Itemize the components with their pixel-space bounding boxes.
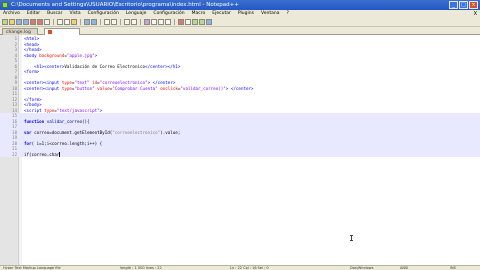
replace-icon[interactable] [111, 19, 117, 25]
toolbar-separator [120, 19, 121, 25]
menu-macro[interactable]: Macro [192, 10, 206, 18]
status-mode: INS [450, 266, 456, 270]
open-file-icon[interactable] [9, 19, 15, 25]
status-file-type: Hyper Text Markup Language file [3, 266, 61, 270]
menu-configuracion[interactable]: Configuración [88, 10, 119, 18]
save-macro-icon[interactable] [206, 19, 212, 25]
menu-ventana[interactable]: Ventana [261, 10, 279, 18]
code-line[interactable]: 22 if(correo.char [0, 151, 480, 157]
menu-archivo[interactable]: Archivo [3, 10, 20, 18]
toolbar [0, 18, 480, 27]
menu-bar: Archivo Editar Buscar Vista Configuració… [0, 10, 480, 18]
menu-buscar[interactable]: Buscar [47, 10, 62, 18]
status-position: Ln : 22 Col : 16 Sel : 0 [230, 266, 269, 270]
zoom-in-icon[interactable] [124, 19, 130, 25]
window-controls: _ □ × [449, 1, 478, 9]
cut-icon[interactable] [57, 19, 63, 25]
code-text[interactable]: if(correo.char [24, 152, 60, 157]
toolbar-separator [100, 19, 101, 25]
stop-macro-icon[interactable] [185, 19, 191, 25]
mouse-ibeam-cursor [350, 235, 353, 241]
window-title: C:\Documents and Settings\USUARIO\Escrit… [11, 2, 239, 8]
save-all-icon[interactable] [23, 19, 29, 25]
tab-index-html[interactable]: index.html [44, 28, 80, 42]
toolbar-separator [53, 19, 54, 25]
print-icon[interactable] [44, 19, 50, 25]
word-wrap-icon[interactable] [151, 19, 157, 25]
minimize-button[interactable]: _ [449, 1, 458, 9]
zoom-out-icon[interactable] [131, 19, 137, 25]
menu-editar[interactable]: Editar [27, 10, 40, 18]
toolbar-separator [80, 19, 81, 25]
title-bar: C:\Documents and Settings\USUARIO\Escrit… [0, 0, 480, 10]
close-all-icon[interactable] [37, 19, 43, 25]
code-editor[interactable]: 1 <html> 2 <head> 3 </head> 4 <body background=… [0, 35, 480, 265]
indent-guide-icon[interactable] [165, 19, 171, 25]
find-icon[interactable] [104, 19, 110, 25]
sync-scroll-icon[interactable] [144, 19, 150, 25]
status-eol: Dos\Windows [350, 266, 374, 270]
unsaved-file-icon [48, 29, 52, 34]
tab-change-log[interactable]: change.log [2, 28, 38, 35]
redo-icon[interactable] [91, 19, 97, 25]
paste-icon[interactable] [71, 19, 77, 25]
menu-configuracion-2[interactable]: Configuración [153, 10, 184, 18]
show-all-chars-icon[interactable] [158, 19, 164, 25]
status-encoding: ANSI [400, 266, 409, 270]
status-length: length : 1 000 lines : 22 [120, 266, 162, 270]
tab-bar: change.log index.html [0, 27, 480, 42]
copy-icon[interactable] [64, 19, 70, 25]
menu-plugins[interactable]: Plugins [238, 10, 254, 18]
menu-vista[interactable]: Vista [70, 10, 81, 18]
line-number: 22 [12, 151, 17, 157]
maximize-button[interactable]: □ [459, 1, 468, 9]
toolbar-separator [174, 19, 175, 25]
new-file-icon[interactable] [2, 19, 8, 25]
undo-icon[interactable] [84, 19, 90, 25]
close-button[interactable]: × [469, 1, 478, 9]
run-macro-multiple-icon[interactable] [199, 19, 205, 25]
status-bar: Hyper Text Markup Language file length :… [0, 265, 480, 270]
menu-ejecutar[interactable]: Ejecutar [212, 10, 231, 18]
menu-help[interactable]: ? [286, 10, 288, 18]
notepad-app-icon [2, 2, 8, 8]
toolbar-separator [140, 19, 141, 25]
save-icon[interactable] [16, 19, 22, 25]
record-macro-icon[interactable] [178, 19, 184, 25]
close-document-button[interactable]: X [474, 10, 477, 18]
menu-lenguaje[interactable]: Lenguaje [126, 10, 147, 18]
play-macro-icon[interactable] [192, 19, 198, 25]
close-file-icon[interactable] [30, 19, 36, 25]
